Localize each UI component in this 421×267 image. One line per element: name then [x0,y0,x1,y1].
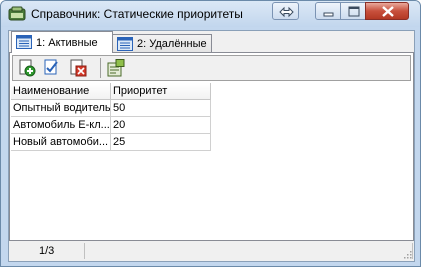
tab-strip: 1: Активные 2: Удалённые [9,31,414,53]
cell-priority[interactable]: 20 [111,117,211,134]
list-tab-icon [16,35,32,49]
cell-name[interactable]: Новый автомоби... [11,134,111,151]
toolbar-separator [100,58,101,78]
table-header: Наименование Приоритет [11,83,211,100]
table-row[interactable]: Автомобиль Е-кл... 20 [11,117,211,134]
tab-label: 2: Удалённые [137,38,207,50]
table-row[interactable]: Опытный водитель 50 [11,100,211,117]
swap-arrows-button[interactable] [272,2,299,20]
cell-name[interactable]: Опытный водитель [11,100,111,117]
list-tab-icon [117,37,133,51]
toolbar [12,55,411,81]
tab-deleted[interactable]: 2: Удалённые [112,34,212,53]
client-area: 1: Активные 2: Удалённые Наименование Пр… [8,30,415,262]
record-position: 1/3 [39,245,55,257]
add-record-icon[interactable] [18,59,36,77]
cell-name[interactable]: Автомобиль Е-кл... [11,117,111,134]
minimize-button[interactable] [315,2,341,20]
swap-arrows-icon [279,6,294,18]
tab-label: 1: Активные [36,37,98,49]
column-header-priority[interactable]: Приоритет [111,83,211,100]
window-title: Справочник: Статические приоритеты [31,7,243,21]
edit-record-icon[interactable] [43,59,61,77]
tab-active[interactable]: 1: Активные [11,31,113,53]
cell-priority[interactable]: 50 [111,100,211,117]
close-icon [382,6,394,17]
table-row[interactable]: Новый автомоби... 25 [11,134,211,151]
maximize-button[interactable] [340,2,366,20]
delete-record-icon[interactable] [69,59,87,77]
minimize-icon [323,12,334,17]
tab-panel: Наименование Приоритет Опытный водитель … [9,52,414,241]
status-panel-main [84,243,413,259]
maximize-icon [348,6,360,17]
properties-icon[interactable] [107,59,125,77]
column-header-name[interactable]: Наименование [11,83,111,100]
close-button[interactable] [365,2,409,20]
app-window: Справочник: Статические приоритеты 1: Ак… [0,0,421,267]
cell-priority[interactable]: 25 [111,134,211,151]
resize-grip-icon[interactable] [402,249,412,259]
status-bar: 1/3 [9,241,414,261]
title-bar[interactable]: Справочник: Статические приоритеты [1,1,420,27]
app-icon [8,6,26,21]
